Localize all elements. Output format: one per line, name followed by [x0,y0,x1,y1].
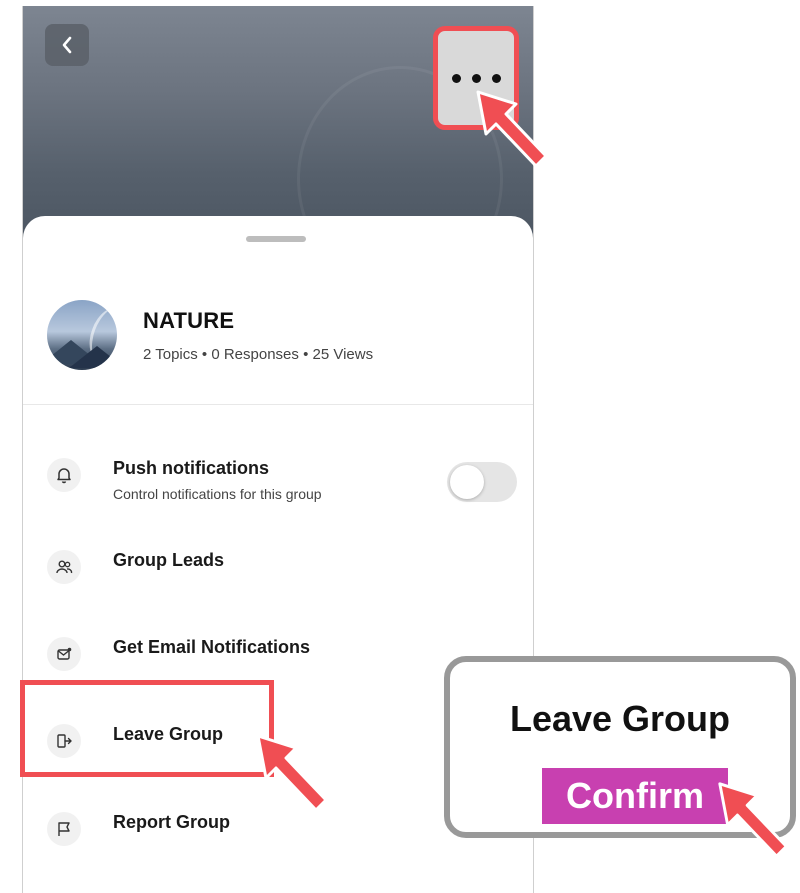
users-icon [47,550,81,584]
push-notifications-toggle[interactable] [447,462,517,502]
group-avatar [47,300,117,370]
bell-icon [47,458,81,492]
email-notifications-label: Get Email Notifications [113,637,311,657]
menu-item-group-leads[interactable]: Group Leads [23,536,533,596]
group-name: NATURE [143,308,235,333]
group-leads-label: Group Leads [113,550,225,570]
divider [23,404,533,405]
sheet-grabber[interactable] [246,236,306,242]
more-options-button[interactable] [433,26,519,130]
back-button[interactable] [45,24,89,66]
flag-icon [47,812,81,846]
callout-title: Leave Group [509,698,731,739]
leave-group-label: Leave Group [113,724,224,744]
confirm-button[interactable]: Confirm [542,768,728,824]
leave-icon [47,724,81,758]
push-notifications-label: Push notifications [113,458,270,478]
report-group-label: Report Group [113,812,230,832]
group-header: NATURE 2 Topics • 0 Responses • 25 Views [47,300,517,380]
push-notifications-description: Control notifications for this group [113,486,322,502]
more-horizontal-icon [451,73,501,83]
group-stats: 2 Topics • 0 Responses • 25 Views [143,346,374,363]
mail-icon [47,637,81,671]
chevron-left-icon [62,36,72,54]
confirm-callout: Leave Group Confirm [444,656,796,838]
menu-item-push-notifications: Push notifications Control notifications… [23,444,533,504]
